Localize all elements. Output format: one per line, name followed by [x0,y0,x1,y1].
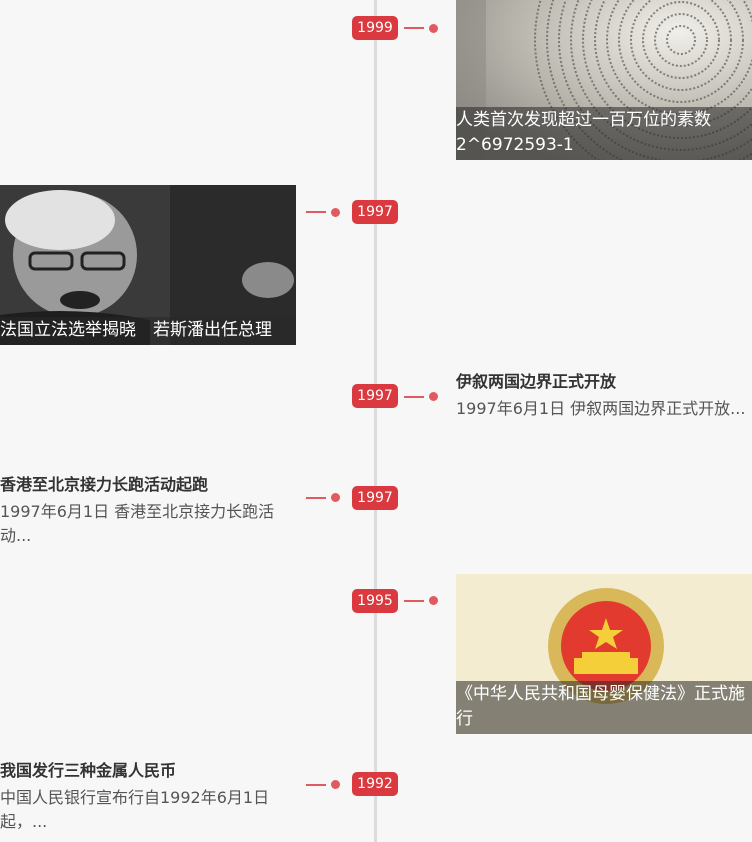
timeline-axis [374,0,377,842]
year-badge: 1997 [352,486,398,510]
event-title-link[interactable]: 香港至北京接力长跑活动起跑 [0,474,298,496]
event-text-card: 香港至北京接力长跑活动起跑 1997年6月1日 香港至北京接力长跑活动... [0,474,298,548]
event-text-card: 我国发行三种金属人民币 中国人民银行宣布行自1992年6月1日起，... [0,760,300,834]
event-image-card[interactable]: 人类首次发现超过一百万位的素数2^6972593-1 [456,0,752,160]
connector-line [404,396,424,398]
connector-line [306,497,326,499]
timeline: 1999 人类首次发现超过一百万位的素数2^6972593-1 1997 法国立… [0,0,752,842]
event-caption: 人类首次发现超过一百万位的素数2^6972593-1 [456,107,752,160]
year-badge: 1999 [352,16,398,40]
timeline-dot [429,392,438,401]
timeline-dot [331,780,340,789]
timeline-dot [331,493,340,502]
connector-line [404,600,424,602]
event-description: 1997年6月1日 伊叙两国边界正式开放... [456,399,746,418]
event-caption: 法国立法选举揭晓 若斯潘出任总理 [0,317,296,345]
connector-line [306,784,326,786]
event-text-card: 伊叙两国边界正式开放 1997年6月1日 伊叙两国边界正式开放... [456,371,752,421]
year-badge: 1997 [352,384,398,408]
timeline-dot [429,24,438,33]
event-title-link[interactable]: 我国发行三种金属人民币 [0,760,300,782]
event-image-card[interactable]: 法国立法选举揭晓 若斯潘出任总理 [0,185,296,345]
year-badge: 1997 [352,200,398,224]
timeline-dot [331,208,340,217]
connector-line [306,211,326,213]
event-image-card[interactable]: 《中华人民共和国母婴保健法》正式施行 [456,574,752,734]
year-badge: 1995 [352,589,398,613]
timeline-dot [429,596,438,605]
event-caption: 《中华人民共和国母婴保健法》正式施行 [456,681,752,734]
event-description: 中国人民银行宣布行自1992年6月1日起，... [0,788,270,831]
year-badge: 1992 [352,772,398,796]
event-description: 1997年6月1日 香港至北京接力长跑活动... [0,502,275,545]
connector-line [404,27,424,29]
event-title-link[interactable]: 伊叙两国边界正式开放 [456,371,752,393]
